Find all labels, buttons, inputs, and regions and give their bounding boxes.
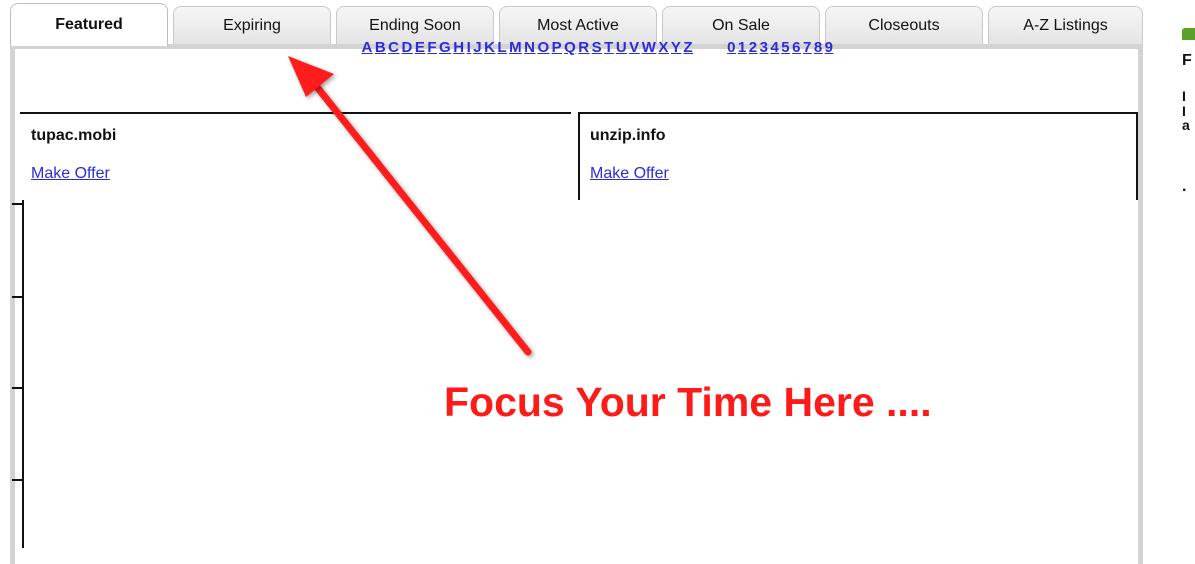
annotation-callout: Focus Your Time Here ....: [444, 379, 932, 425]
sidebar-text: I: [1182, 88, 1186, 104]
sidebar-text: .: [1182, 178, 1187, 195]
annotation-arrow: [288, 56, 532, 356]
sidebar-text: a: [1182, 117, 1190, 133]
sidebar-header-icon: [1182, 28, 1195, 40]
sidebar-text: F: [1182, 52, 1192, 69]
tab-featured[interactable]: Featured: [10, 3, 168, 46]
